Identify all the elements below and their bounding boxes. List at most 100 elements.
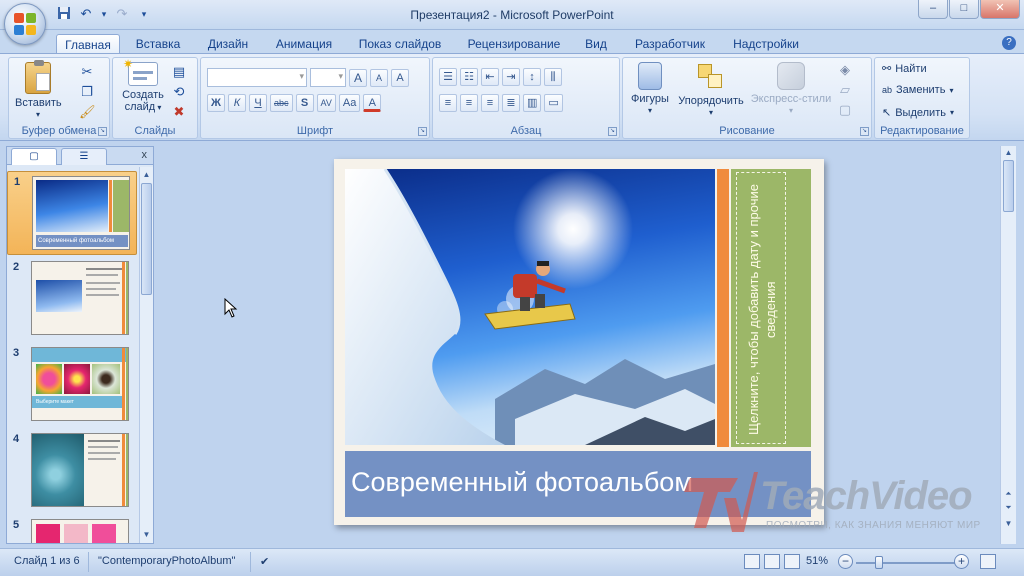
date-placeholder-border: Щелкните, чтобы добавить дату и прочие с… — [736, 172, 786, 444]
font-launcher-icon[interactable]: ↘ — [418, 127, 427, 136]
scrollbar-thumb[interactable] — [1003, 160, 1014, 212]
office-button[interactable] — [4, 3, 46, 45]
slide-sorter-icon[interactable] — [764, 554, 780, 569]
tab-developer[interactable]: Разработчик — [624, 34, 716, 54]
tab-slideshow[interactable]: Показ слайдов — [352, 34, 448, 54]
office-logo-icon — [14, 13, 36, 35]
select-button[interactable]: ↖ Выделить ▾ — [882, 106, 954, 120]
shape-outline-icon[interactable]: ▱ — [837, 82, 853, 98]
quick-styles-button[interactable]: Экспресс-стили ▾ — [749, 62, 833, 117]
tab-outline[interactable]: ☰ — [61, 148, 107, 165]
theme-name[interactable]: "ContemporaryPhotoAlbum" — [98, 555, 235, 567]
arrange-button[interactable]: Упорядочить ▾ — [673, 62, 749, 119]
help-icon[interactable]: ? — [1002, 36, 1016, 50]
new-slide-button[interactable]: ✷ Создать слайд ▾ — [117, 58, 169, 114]
tab-animation[interactable]: Анимация — [268, 34, 340, 54]
shape-effects-icon[interactable]: ▢ — [837, 102, 853, 118]
char-spacing-button[interactable]: AV — [316, 94, 336, 112]
zoom-slider-knob[interactable] — [874, 556, 883, 569]
thumbnail-slide-4[interactable] — [31, 433, 129, 507]
slide-title[interactable]: Современный фотоальбом — [351, 467, 693, 498]
slideshow-view-icon[interactable] — [784, 554, 800, 569]
layout-icon[interactable]: ▤ — [171, 64, 187, 80]
clear-format-button[interactable]: A — [391, 68, 409, 87]
italic-button[interactable]: К — [228, 94, 246, 112]
paste-button[interactable]: Вставить ▾ — [15, 60, 62, 121]
spell-check-icon[interactable]: ✔ — [260, 555, 269, 568]
slide-area-scrollbar[interactable]: ▲ ⏶ ⏷ ▼ — [1000, 146, 1016, 544]
shadow-button[interactable]: S — [295, 94, 314, 112]
zoom-in-icon[interactable]: + — [954, 554, 969, 569]
zoom-slider[interactable] — [856, 556, 956, 569]
paragraph-launcher-icon[interactable]: ↘ — [608, 127, 617, 136]
thumbnail-row-5[interactable]: 5 — [7, 515, 137, 543]
font-size-combo[interactable] — [310, 68, 346, 87]
scroll-down-icon[interactable]: ▼ — [141, 529, 152, 541]
replace-button[interactable]: ab Заменить ▾ — [882, 84, 953, 96]
fit-to-window-icon[interactable] — [980, 554, 996, 569]
tab-home[interactable]: Главная — [56, 34, 120, 54]
cut-icon[interactable]: ✂ — [79, 64, 95, 80]
tab-addins[interactable]: Надстройки — [726, 34, 806, 54]
text-direction-button[interactable]: ⫼ — [544, 68, 562, 86]
prev-slide-icon[interactable]: ⏶ — [1003, 488, 1014, 500]
tab-view[interactable]: Вид — [578, 34, 614, 54]
tab-design[interactable]: Дизайн — [198, 34, 258, 54]
next-slide-icon[interactable]: ⏷ — [1003, 502, 1014, 514]
scroll-up-icon[interactable]: ▲ — [1003, 147, 1014, 159]
grow-font-button[interactable]: A — [349, 68, 367, 87]
thumbnail-slide-2[interactable] — [31, 261, 129, 335]
thumbnail-slide-1[interactable]: Современный фотоальбом — [32, 176, 130, 250]
date-placeholder-box[interactable]: Щелкните, чтобы добавить дату и прочие с… — [731, 169, 811, 447]
align-text-button[interactable]: ▭ — [544, 94, 563, 112]
close-pane-icon[interactable]: x — [142, 149, 148, 161]
align-right-button[interactable]: ≡ — [481, 94, 499, 112]
scroll-down-icon[interactable]: ▼ — [1003, 518, 1014, 530]
thumbnail-slide-5[interactable] — [31, 519, 129, 543]
line-spacing-button[interactable]: ↕ — [523, 68, 541, 86]
font-name-combo[interactable] — [207, 68, 307, 87]
columns-button[interactable]: ▥ — [523, 94, 542, 112]
clipboard-launcher-icon[interactable]: ↘ — [98, 127, 107, 136]
delete-slide-icon[interactable]: ✖ — [171, 104, 187, 120]
minimize-button[interactable]: – — [918, 0, 948, 19]
bullets-button[interactable]: ☰ — [439, 68, 457, 86]
close-button[interactable]: ✕ — [980, 0, 1020, 19]
tab-review[interactable]: Рецензирование — [460, 34, 568, 54]
shapes-button[interactable]: Фигуры ▾ — [627, 62, 673, 117]
bold-button[interactable]: Ж — [207, 94, 225, 112]
tab-slides[interactable]: ▢ — [11, 148, 57, 165]
zoom-out-icon[interactable]: − — [838, 554, 853, 569]
underline-button[interactable]: Ч — [249, 94, 267, 112]
scrollbar-thumb[interactable] — [141, 183, 152, 295]
strikethrough-button[interactable]: abc — [270, 94, 293, 112]
find-button[interactable]: ⚯ Найти — [882, 62, 927, 76]
normal-view-icon[interactable] — [744, 554, 760, 569]
justify-button[interactable]: ≣ — [502, 94, 520, 112]
thumbnail-row-3[interactable]: 3 Выберите макет — [7, 343, 137, 427]
align-left-button[interactable]: ≡ — [439, 94, 457, 112]
increase-indent-button[interactable]: ⇥ — [502, 68, 520, 86]
format-painter-icon[interactable]: 🖌 — [79, 104, 96, 120]
drawing-launcher-icon[interactable]: ↘ — [860, 127, 869, 136]
copy-icon[interactable]: ❐ — [79, 84, 95, 100]
zoom-percent[interactable]: 51% — [806, 555, 828, 567]
slides-pane-scrollbar[interactable]: ▲ ▼ — [139, 167, 153, 543]
change-case-button[interactable]: Aa — [338, 94, 361, 112]
decrease-indent-button[interactable]: ⇤ — [481, 68, 499, 86]
shape-fill-icon[interactable]: ◈ — [837, 62, 853, 78]
thumbnail-row-4[interactable]: 4 — [7, 429, 137, 513]
shrink-font-button[interactable]: A — [370, 68, 388, 87]
maximize-button[interactable]: □ — [949, 0, 979, 19]
snowboarder-photo[interactable] — [345, 169, 715, 445]
thumbnail-row-1[interactable]: 1 Современный фотоальбом — [7, 171, 137, 255]
font-color-button[interactable]: A — [363, 94, 382, 112]
numbering-button[interactable]: ☷ — [460, 68, 478, 86]
align-center-button[interactable]: ≡ — [460, 94, 478, 112]
tab-insert[interactable]: Вставка — [128, 34, 188, 54]
thumbnail-row-2[interactable]: 2 — [7, 257, 137, 341]
reset-icon[interactable]: ⟲ — [171, 84, 187, 100]
scroll-up-icon[interactable]: ▲ — [141, 169, 152, 181]
date-placeholder-text[interactable]: Щелкните, чтобы добавить дату и прочие с… — [745, 179, 791, 441]
thumbnail-slide-3[interactable]: Выберите макет — [31, 347, 129, 421]
